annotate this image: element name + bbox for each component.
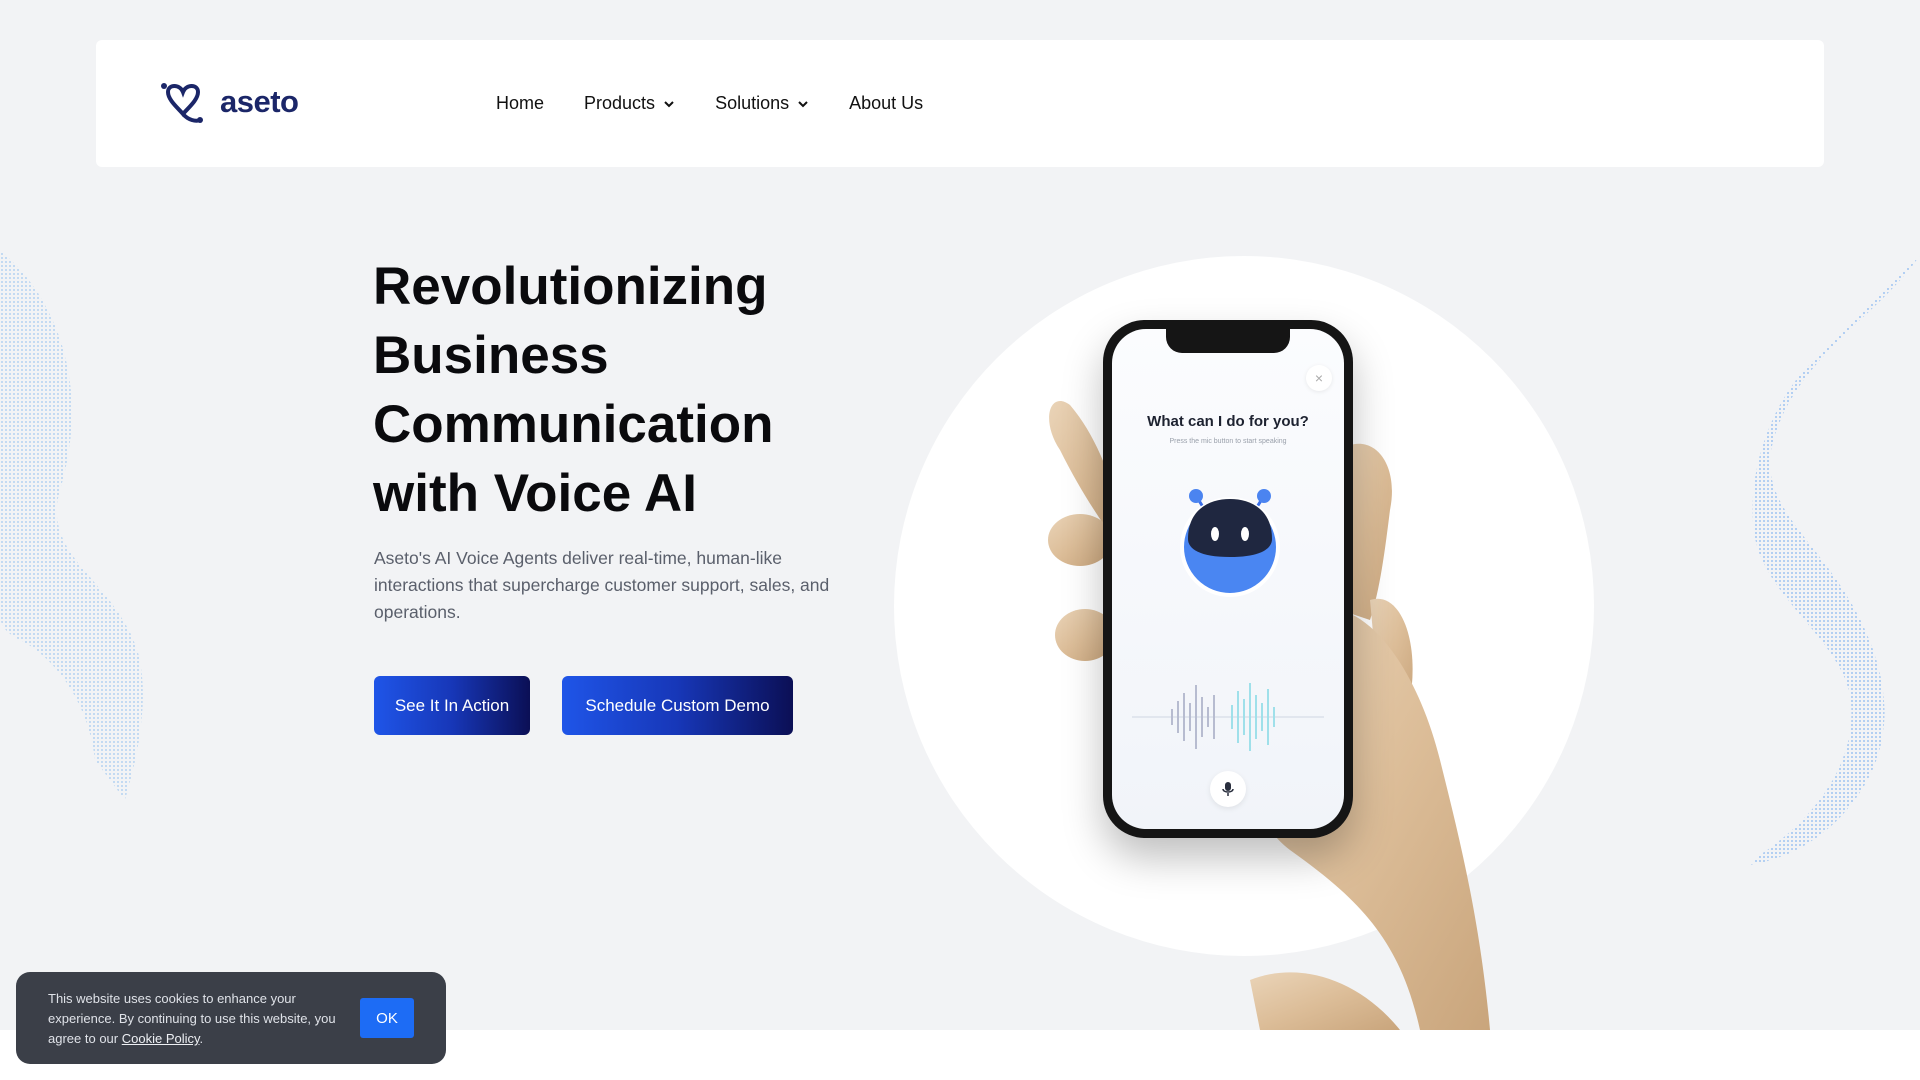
cookie-message: This website uses cookies to enhance you… [48, 989, 348, 1049]
nav-label: Products [584, 93, 656, 113]
chevron-down-icon [798, 100, 808, 107]
audio-waveform [1132, 683, 1324, 751]
hero-title-line: Revolutionizing [373, 257, 768, 316]
hero-title-line: Communication [373, 395, 774, 454]
nav-label: About Us [849, 93, 924, 113]
cookie-banner: This website uses cookies to enhance you… [16, 972, 446, 1064]
logo-icon [161, 83, 203, 123]
nav-item-solutions[interactable]: Solutions [715, 93, 809, 114]
cookie-period: . [199, 1031, 204, 1046]
cookie-policy-link[interactable]: Cookie Policy [122, 1031, 200, 1046]
see-it-in-action-button[interactable]: See It In Action [374, 676, 530, 735]
brand-name: aseto [220, 84, 299, 119]
hero-title-line: Business [373, 326, 609, 385]
phone-screen: × What can I do for you? Press the mic b… [1112, 329, 1344, 829]
voice-prompt-hint: Press the mic button to start speaking [1169, 438, 1287, 445]
nav-item-home[interactable]: Home [496, 93, 544, 114]
schedule-demo-button[interactable]: Schedule Custom Demo [562, 676, 793, 735]
chevron-down-icon [664, 100, 674, 107]
phone-notch [1166, 329, 1290, 353]
close-icon[interactable]: × [1306, 365, 1332, 391]
robot-avatar-icon [1180, 489, 1280, 597]
dotted-wave-left [0, 250, 143, 800]
microphone-button[interactable] [1210, 771, 1246, 807]
main-menu: Home Products Solutions About Us [496, 40, 923, 167]
cookie-ok-button[interactable]: OK [360, 998, 414, 1038]
top-navigation: aseto Home Products Solutions About Us [96, 40, 1824, 167]
nav-label: Home [496, 93, 545, 113]
hero-title-line: with Voice AI [373, 464, 697, 523]
brand-logo[interactable]: aseto [158, 80, 299, 124]
nav-label: Solutions [715, 93, 790, 113]
dotted-wave-right [1750, 255, 1920, 865]
nav-item-products[interactable]: Products [584, 93, 675, 114]
nav-item-about-us[interactable]: About Us [849, 93, 923, 114]
microphone-icon [1222, 782, 1234, 796]
phone-mockup: × What can I do for you? Press the mic b… [1103, 320, 1353, 838]
hero-title: Revolutionizing Business Communication w… [373, 252, 893, 528]
voice-prompt-title: What can I do for you? [1147, 413, 1309, 430]
hero-subtitle: Aseto's AI Voice Agents deliver real-tim… [374, 548, 830, 622]
